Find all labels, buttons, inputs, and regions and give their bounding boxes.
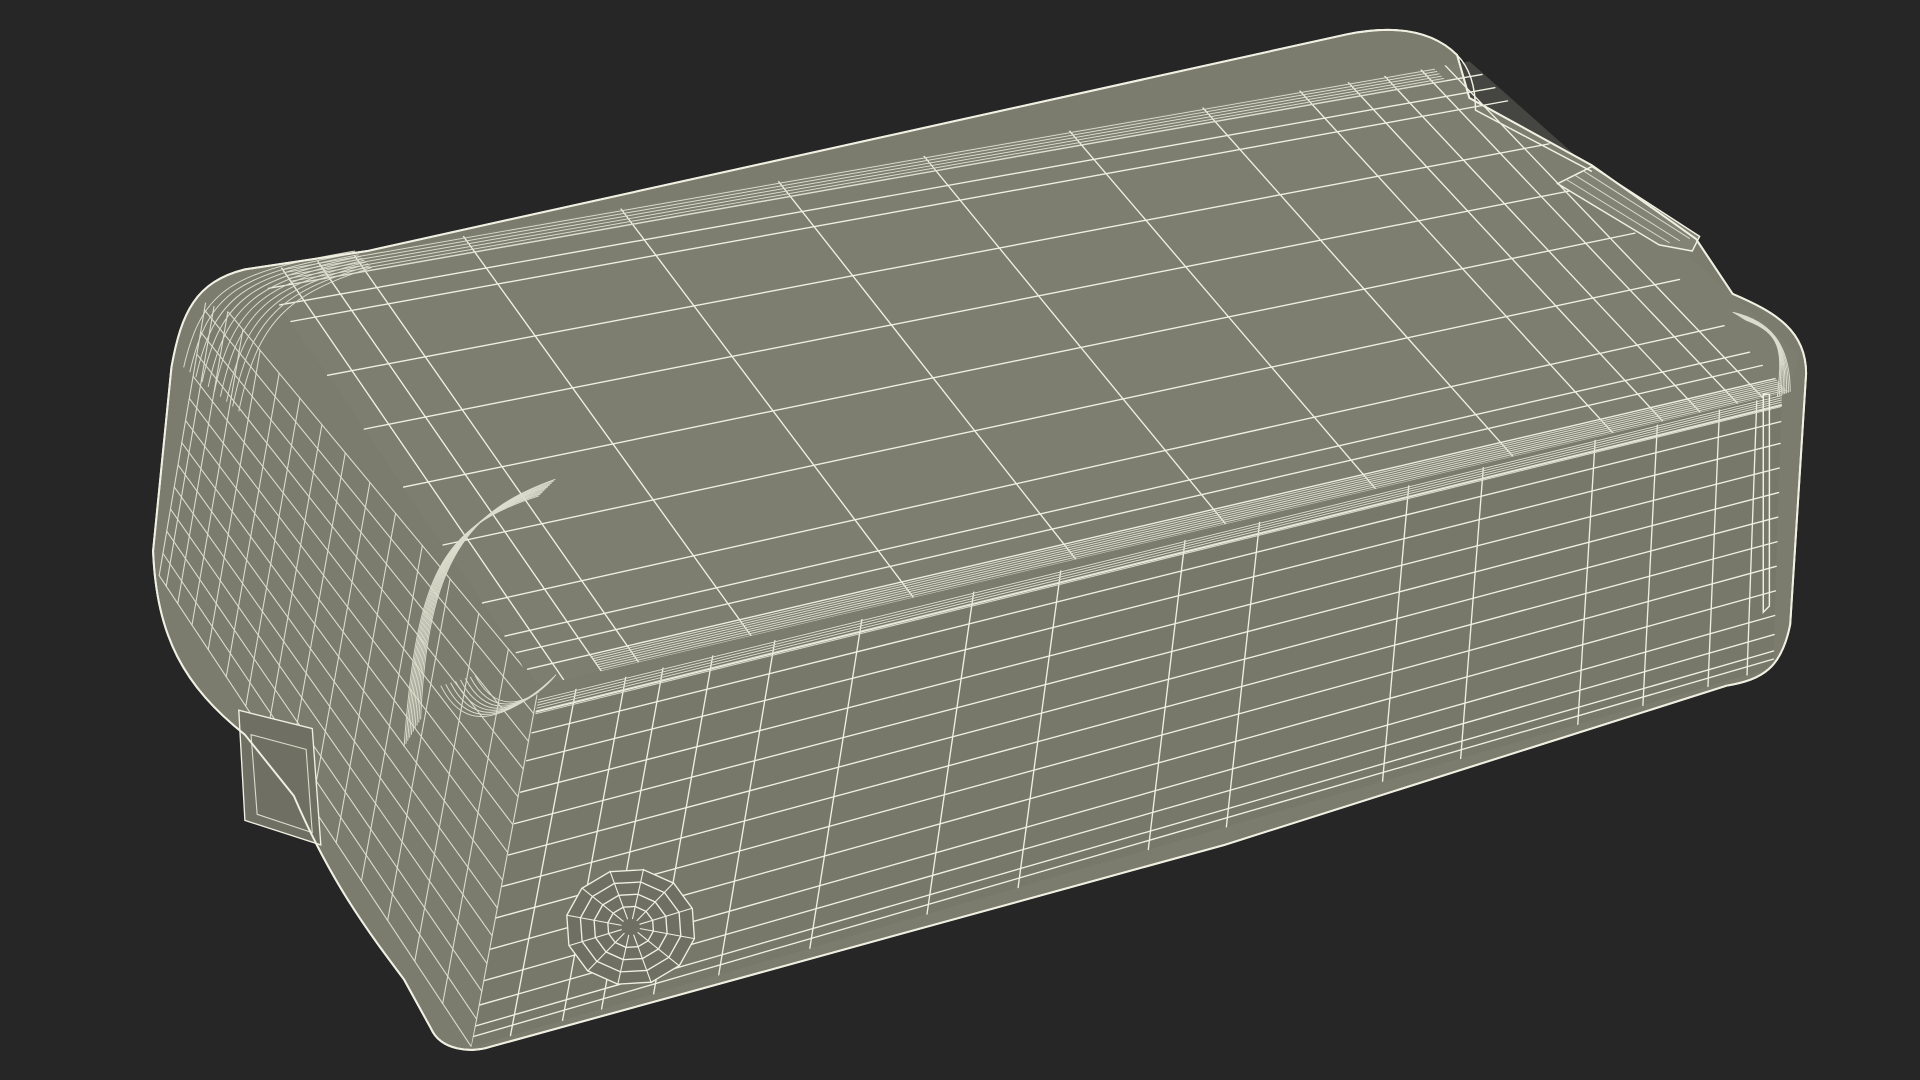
round-port: [566, 868, 696, 986]
wireframe-model: [0, 0, 1920, 1080]
viewport: [0, 0, 1920, 1080]
port-ring-0: [566, 869, 696, 985]
